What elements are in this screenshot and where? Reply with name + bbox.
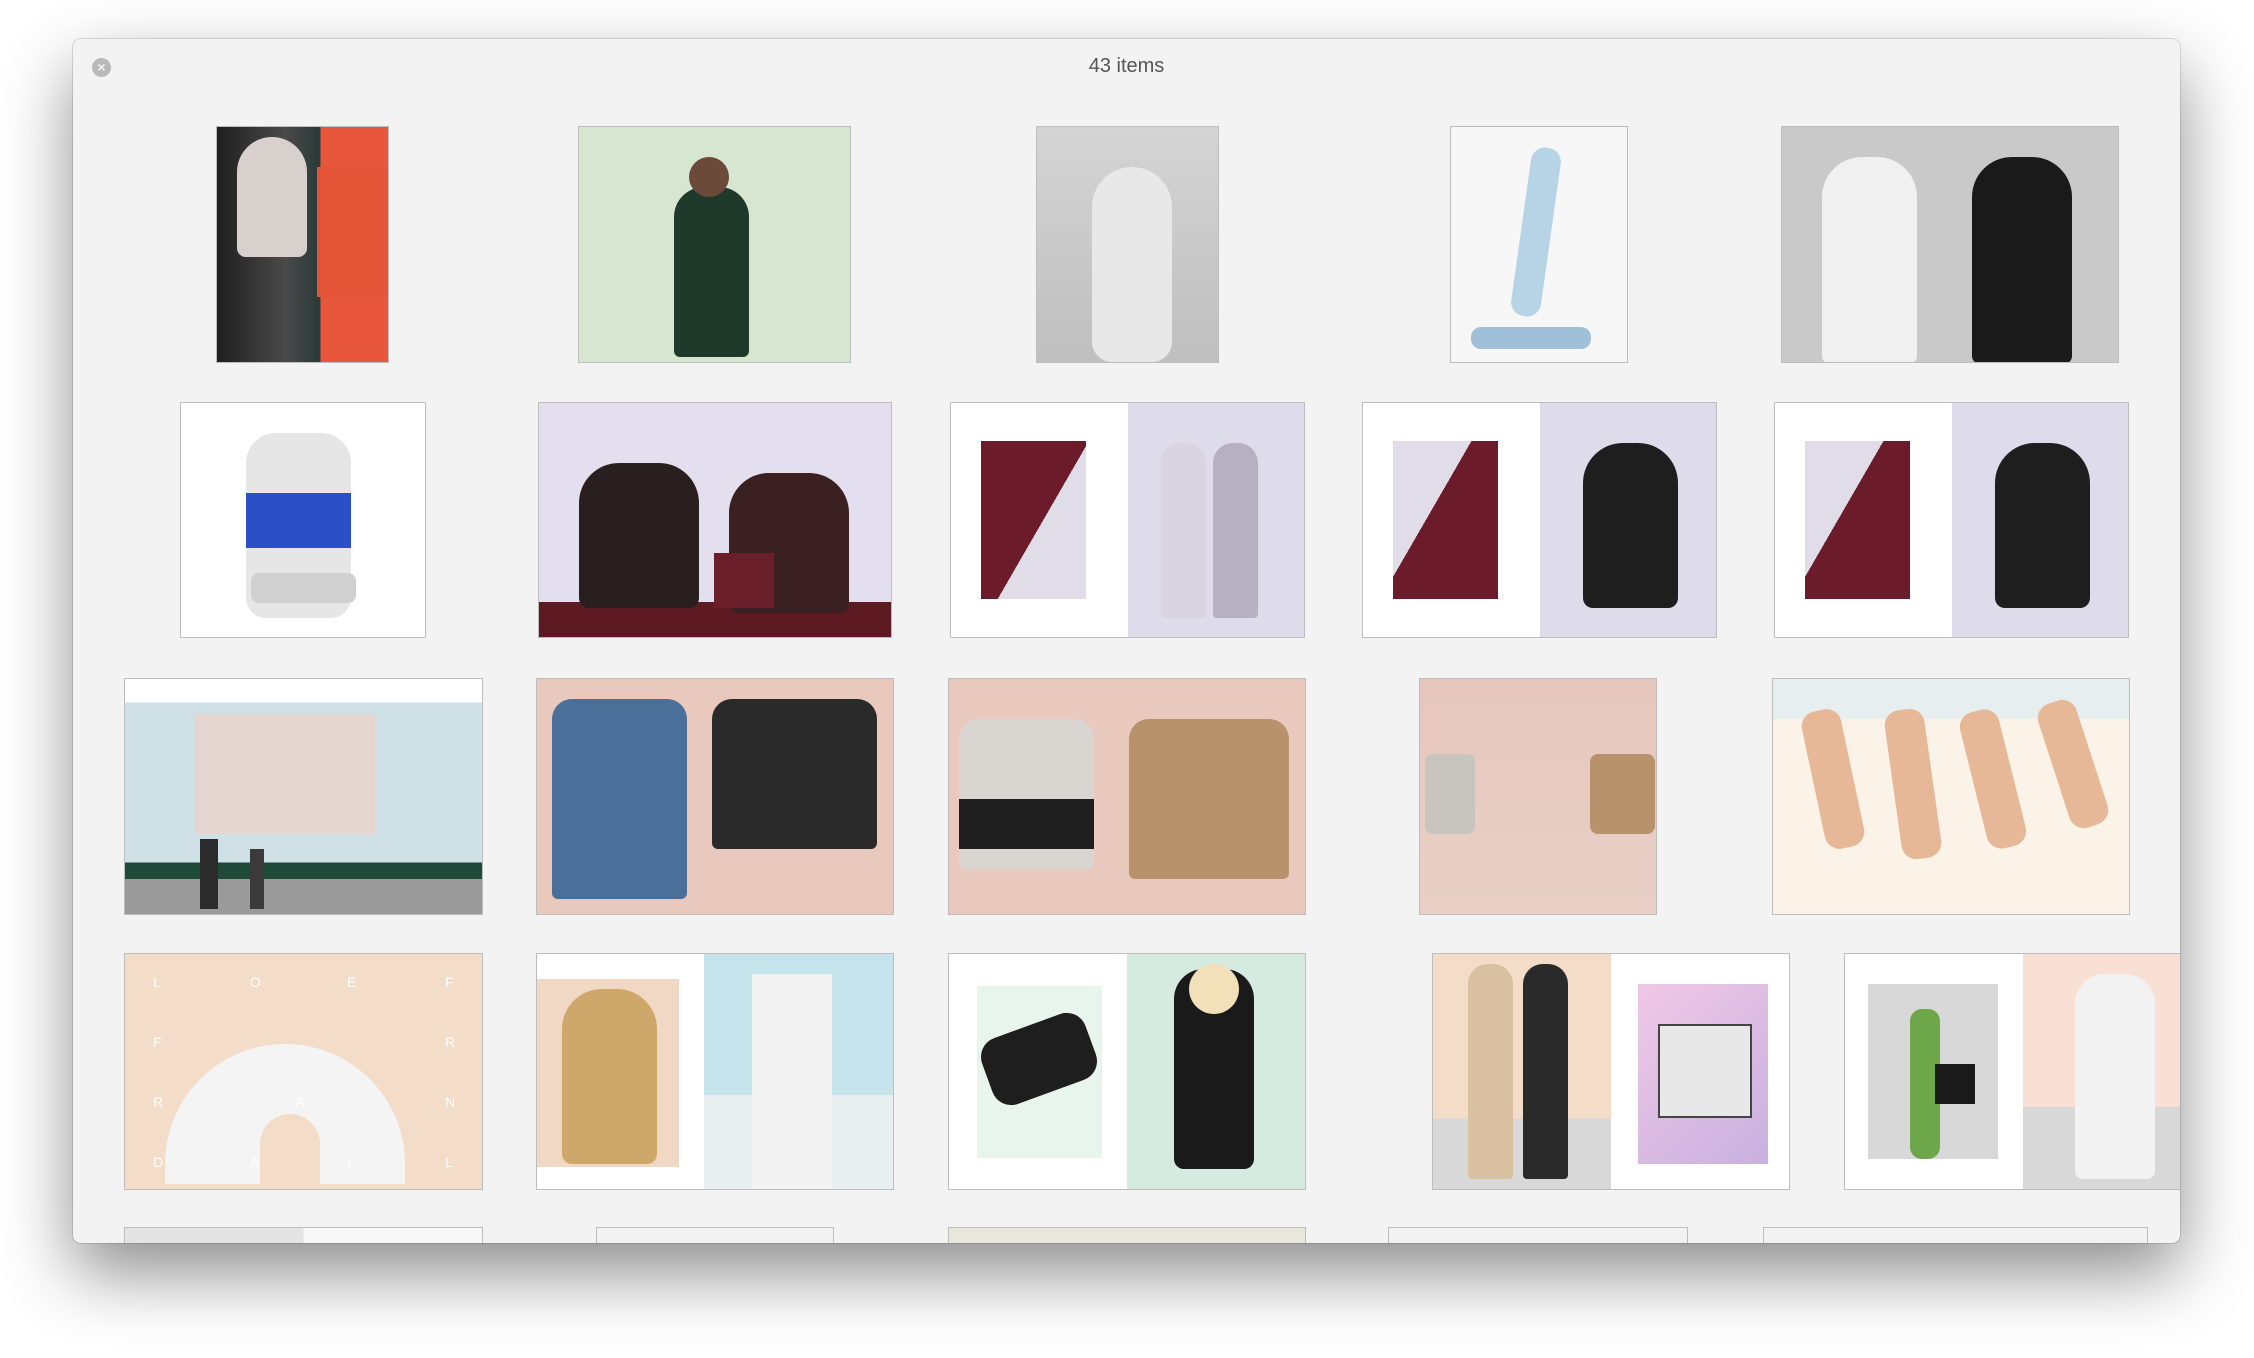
thumbnail-5[interactable] — [1781, 126, 2119, 363]
thumbnail-12[interactable] — [536, 678, 894, 915]
thumbnail-13[interactable] — [948, 678, 1306, 915]
thumbnail-1[interactable] — [216, 126, 389, 363]
thumbnail-11[interactable] — [124, 678, 483, 915]
thumbnail-19[interactable] — [1432, 953, 1790, 1190]
thumbnail-15[interactable] — [1772, 678, 2130, 915]
thumbnail-6[interactable] — [180, 402, 426, 638]
thumbnail-20[interactable] — [1844, 953, 2180, 1190]
thumbnail-16[interactable]: L O E F F R R A N D A L L — [124, 953, 483, 1190]
thumbnail-23[interactable] — [948, 1227, 1306, 1243]
thumbnail-22[interactable] — [596, 1227, 834, 1243]
thumbnail-18[interactable] — [948, 953, 1306, 1190]
thumbnail-14[interactable] — [1419, 678, 1657, 915]
thumbnail-24[interactable] — [1388, 1227, 1688, 1243]
thumbnail-25[interactable] — [1763, 1227, 2148, 1243]
thumbnail-4[interactable] — [1450, 126, 1628, 363]
thumbnail-10[interactable] — [1774, 402, 2129, 638]
thumbnail-17[interactable] — [536, 953, 894, 1190]
thumbnail-grid: L O E F F R R A N D A L L — [73, 39, 2180, 1243]
thumbnail-2[interactable] — [578, 126, 851, 363]
thumbnail-3[interactable] — [1036, 126, 1219, 363]
quick-look-window: × 43 items L O E F F R R A N D A L L — [73, 39, 2180, 1243]
thumbnail-8[interactable] — [950, 402, 1305, 638]
thumbnail-21[interactable] — [124, 1227, 483, 1243]
thumbnail-9[interactable] — [1362, 402, 1717, 638]
brand-lettering: L O E F F R R A N D A L L — [153, 974, 458, 1170]
thumbnail-7[interactable] — [538, 402, 892, 638]
